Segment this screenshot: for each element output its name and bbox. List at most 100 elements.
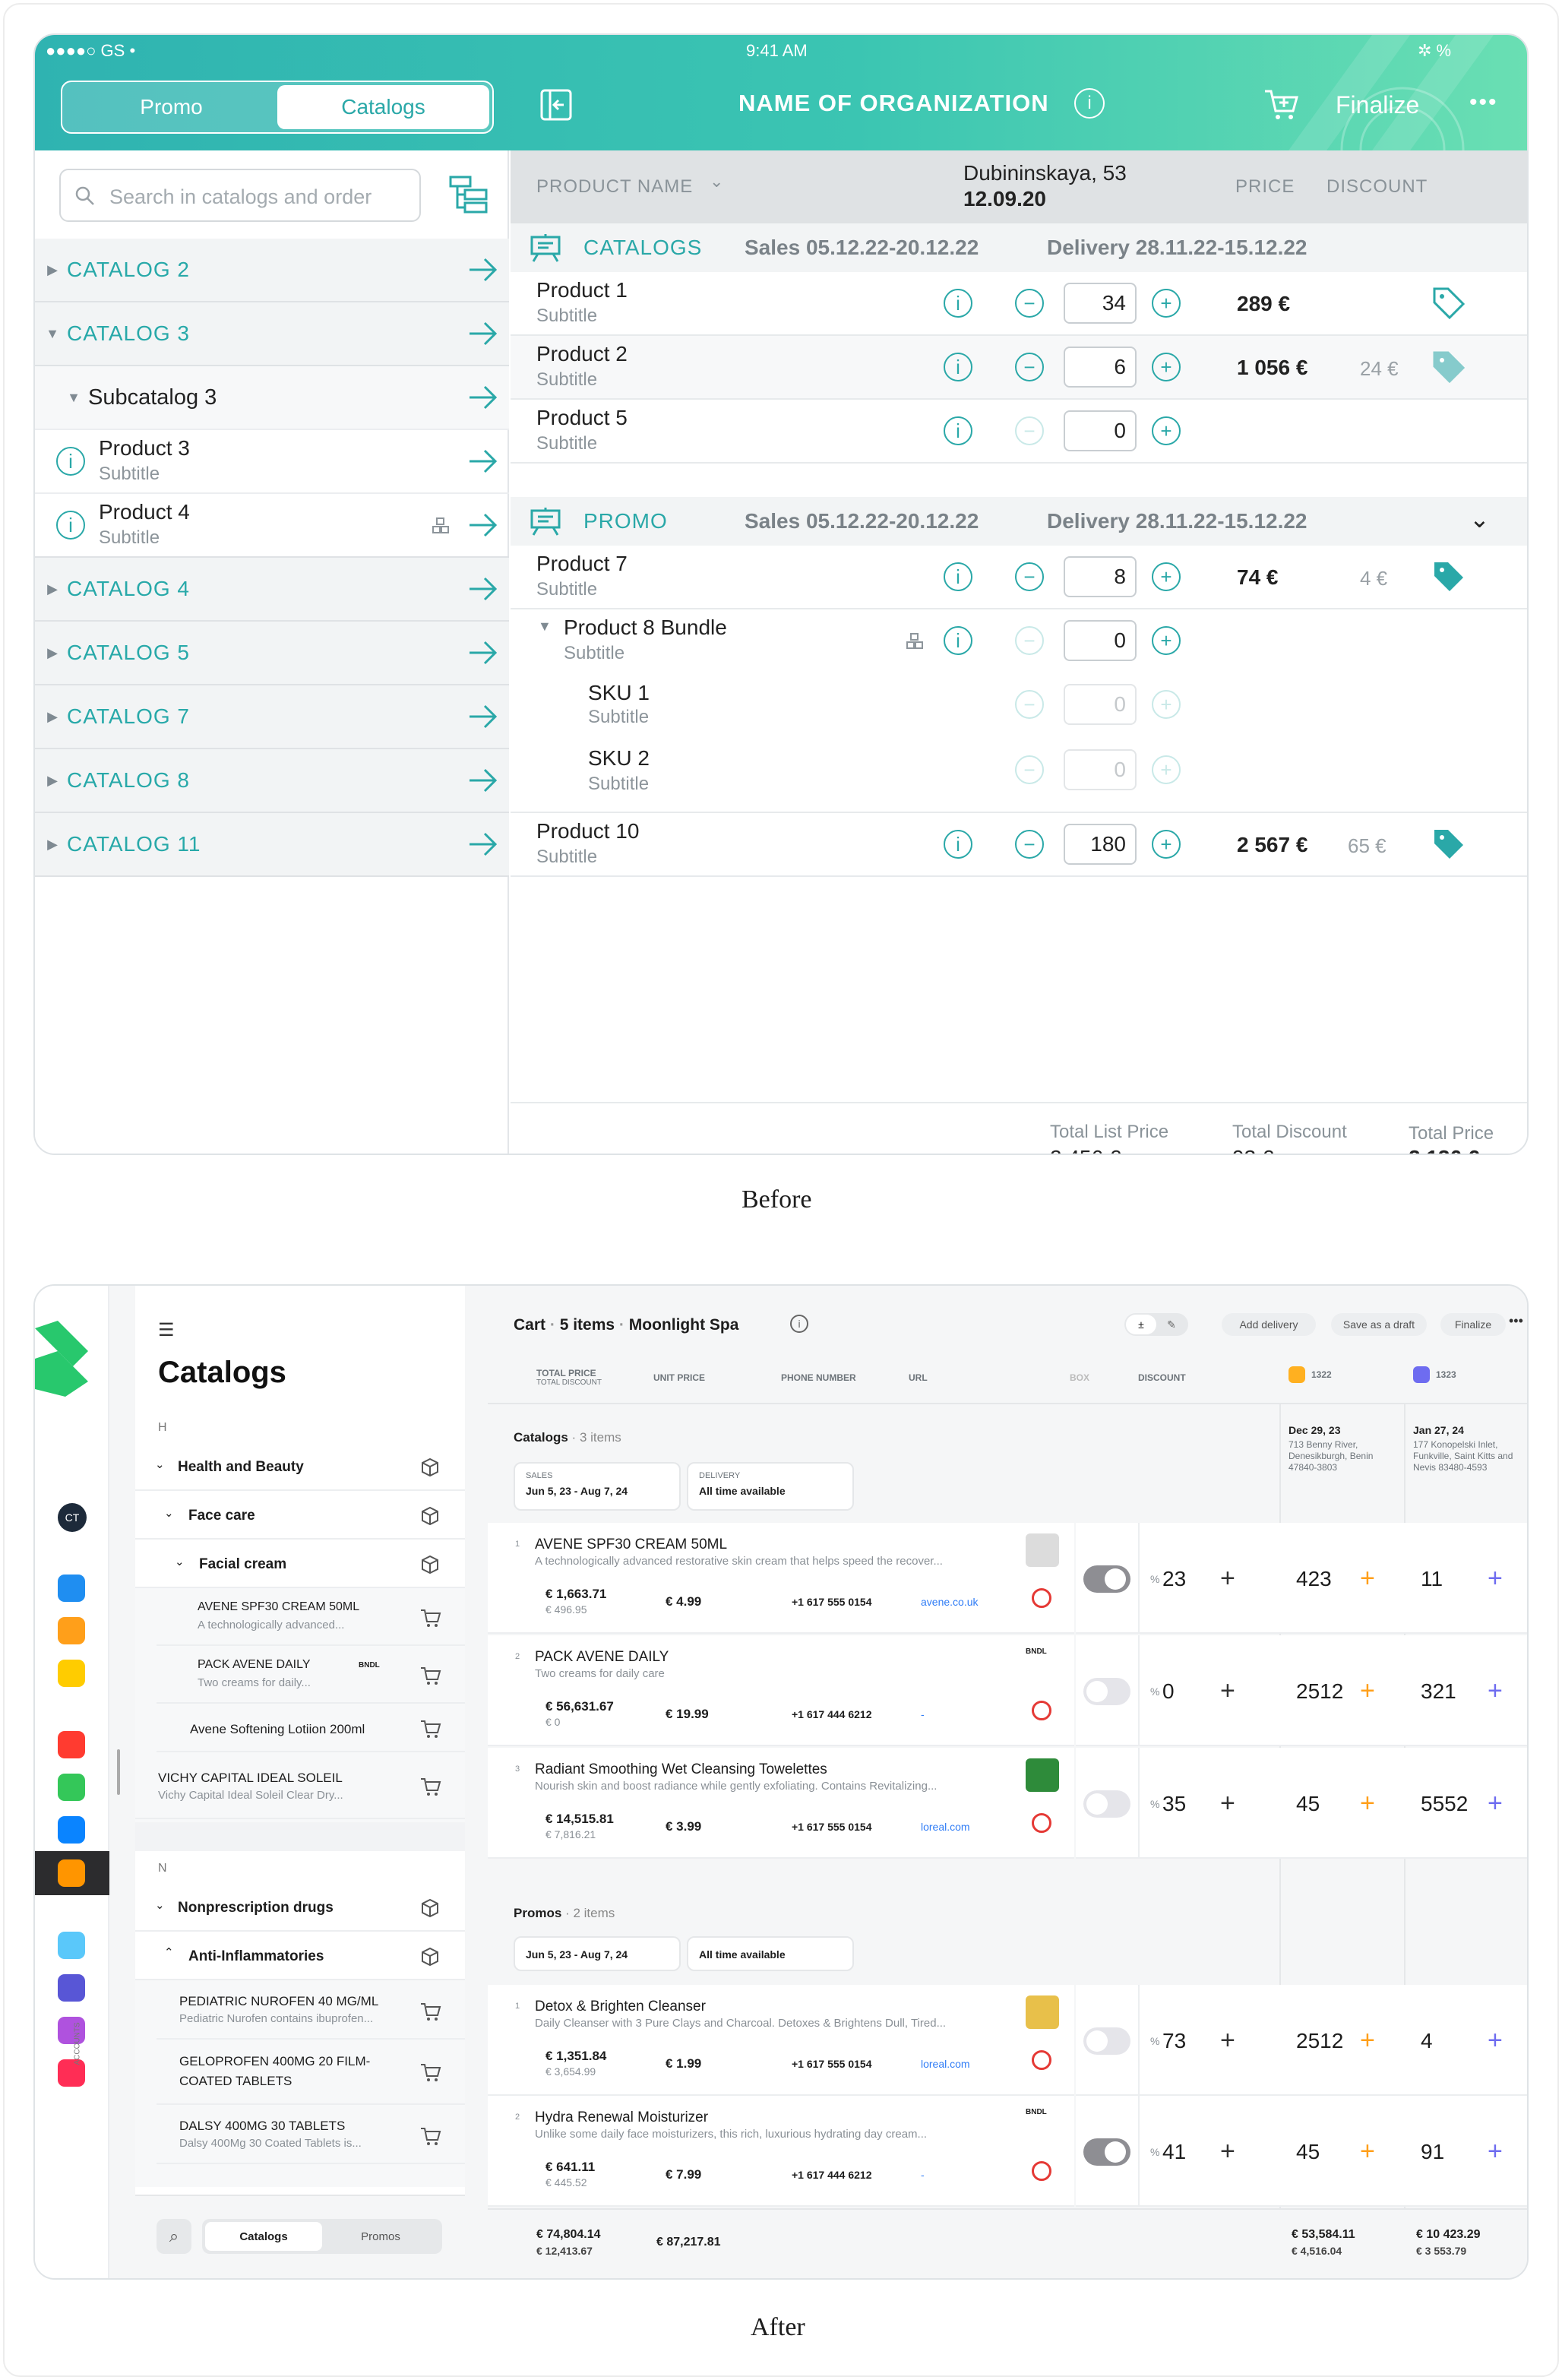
- stop-icon[interactable]: [1032, 2050, 1051, 2070]
- search-icon[interactable]: ⌕: [157, 2219, 191, 2254]
- order2-increment-button[interactable]: +: [1488, 2138, 1503, 2164]
- order1-quantity[interactable]: 2512: [1296, 1679, 1343, 1704]
- tag-half-icon[interactable]: [1431, 350, 1466, 385]
- cart-add-icon[interactable]: [419, 1664, 442, 1687]
- quantity-input[interactable]: 0: [1064, 410, 1137, 451]
- catalog-row[interactable]: ▶ CATALOG 2: [35, 239, 509, 302]
- arrow-right-icon[interactable]: [468, 767, 498, 794]
- stop-icon[interactable]: [1032, 1701, 1051, 1720]
- arrow-right-icon[interactable]: [468, 511, 498, 539]
- delivery-period-card[interactable]: DELIVERY All time available: [687, 1462, 854, 1511]
- discount-percent[interactable]: 0: [1162, 1679, 1175, 1704]
- order2-increment-button[interactable]: +: [1488, 1790, 1503, 1816]
- catalog-row[interactable]: ▶ CATALOG 7: [35, 685, 509, 749]
- order1-increment-button[interactable]: +: [1360, 1790, 1375, 1816]
- catalog-row[interactable]: ▶ CATALOG 8: [35, 749, 509, 813]
- phone-number[interactable]: +1 617 555 0154: [792, 2058, 872, 2070]
- menu-icon[interactable]: ☰: [158, 1319, 175, 1341]
- briefcase-icon[interactable]: [58, 1731, 85, 1758]
- info-icon[interactable]: i: [56, 447, 85, 476]
- decrement-button[interactable]: −: [1015, 289, 1044, 318]
- decrement-button[interactable]: −: [1015, 416, 1044, 445]
- cart-add-icon[interactable]: [419, 2125, 442, 2147]
- delivery-period-card[interactable]: All time available: [687, 1936, 854, 1971]
- col-product-name[interactable]: PRODUCT NAME: [536, 176, 693, 198]
- sales-period-card[interactable]: Jun 5, 23 - Aug 7, 24: [514, 1936, 681, 1971]
- order2-quantity[interactable]: 321: [1421, 1679, 1456, 1704]
- order2-quantity[interactable]: 91: [1421, 2140, 1444, 2164]
- tree-node[interactable]: ⌃ Anti-Inflammatories: [135, 1932, 465, 1980]
- finalize-button[interactable]: Finalize: [1336, 91, 1419, 119]
- decrement-button[interactable]: −: [1015, 626, 1044, 655]
- product-url[interactable]: loreal.com: [921, 2058, 970, 2070]
- box-add-icon[interactable]: [419, 1553, 442, 1576]
- catalog-row[interactable]: ▶ CATALOG 5: [35, 622, 509, 685]
- arrow-right-icon[interactable]: [468, 831, 498, 858]
- edit-mode-icon[interactable]: ✎: [1156, 1315, 1187, 1334]
- order2-quantity[interactable]: 11: [1421, 1567, 1443, 1591]
- discount-increment-button[interactable]: +: [1220, 1565, 1235, 1591]
- stop-icon[interactable]: [1032, 2161, 1051, 2181]
- tree-product[interactable]: GELOPROFEN 400MG 20 FILM-COATED TABLETS: [157, 2040, 465, 2105]
- info-icon[interactable]: i: [944, 830, 972, 859]
- org-info-icon[interactable]: i: [1074, 88, 1105, 119]
- order2-quantity[interactable]: 5552: [1421, 1792, 1468, 1816]
- scroll-indicator[interactable]: [117, 1749, 120, 1795]
- collapse-icon[interactable]: ▼: [538, 619, 552, 635]
- tree-view-icon[interactable]: [448, 175, 489, 214]
- more-icon[interactable]: •••: [1509, 1313, 1527, 1336]
- account-avatar[interactable]: CT: [58, 1503, 87, 1532]
- save-draft-button[interactable]: Save as a draft: [1331, 1313, 1427, 1336]
- quantity-input[interactable]: 0: [1064, 620, 1137, 661]
- product-url[interactable]: avene.co.uk: [921, 1596, 979, 1608]
- order1-quantity[interactable]: 45: [1296, 2140, 1320, 2164]
- tree-node[interactable]: ⌄ Facial cream: [135, 1540, 465, 1588]
- phone-number[interactable]: +1 617 444 6212: [792, 1708, 872, 1720]
- box-toggle[interactable]: [1083, 2138, 1130, 2166]
- decrement-button[interactable]: −: [1015, 830, 1044, 859]
- discount-increment-button[interactable]: +: [1220, 2138, 1235, 2164]
- tree-product[interactable]: AVENE SPF30 CREAM 50ML A technologically …: [157, 1588, 465, 1646]
- info-icon[interactable]: i: [944, 416, 972, 445]
- collapse-panel-icon[interactable]: [539, 88, 573, 122]
- order1-increment-button[interactable]: +: [1360, 2027, 1375, 2053]
- increment-button[interactable]: +: [1152, 353, 1181, 381]
- search-field[interactable]: Search in catalogs and order: [59, 169, 421, 222]
- box-add-icon[interactable]: [419, 1456, 442, 1479]
- tree-product[interactable]: PEDIATRIC NUROFEN 40 MG/ML Pediatric Nuro…: [157, 1980, 465, 2040]
- subcatalog-row[interactable]: ▼ Subcatalog 3: [35, 366, 509, 430]
- cart-add-icon[interactable]: [419, 2061, 442, 2084]
- box-add-icon[interactable]: [419, 1945, 442, 1968]
- phone-number[interactable]: +1 617 555 0154: [792, 1596, 872, 1608]
- cart-add-icon[interactable]: [1263, 87, 1301, 122]
- order2-quantity[interactable]: 4: [1421, 2029, 1433, 2053]
- contacts-icon[interactable]: [58, 1816, 85, 1844]
- cart-add-icon[interactable]: [419, 1717, 442, 1740]
- tree-node[interactable]: ⌄ Health and Beauty: [135, 1442, 465, 1491]
- box-toggle[interactable]: [1083, 2027, 1130, 2055]
- discount-increment-button[interactable]: +: [1220, 1678, 1235, 1704]
- increment-button[interactable]: +: [1152, 289, 1181, 318]
- discount-increment-button[interactable]: +: [1220, 1790, 1235, 1816]
- discount-percent[interactable]: 35: [1162, 1792, 1186, 1816]
- sales-period-card[interactable]: SALES Jun 5, 23 - Aug 7, 24: [514, 1462, 681, 1511]
- increment-button[interactable]: +: [1152, 626, 1181, 655]
- clock-icon[interactable]: [58, 1617, 85, 1644]
- box-toggle[interactable]: [1083, 1678, 1130, 1705]
- home-icon[interactable]: [58, 1575, 85, 1602]
- increment-button[interactable]: +: [1152, 562, 1181, 591]
- info-icon[interactable]: i: [944, 562, 972, 591]
- decrement-button[interactable]: −: [1015, 562, 1044, 591]
- arrow-right-icon[interactable]: [468, 448, 498, 475]
- tab-promos[interactable]: Promos: [322, 2222, 439, 2251]
- cart-add-icon[interactable]: [419, 2000, 442, 2023]
- arrow-right-icon[interactable]: [468, 256, 498, 283]
- tree-product[interactable]: PACK AVENE DAILY Two creams for daily... B…: [157, 1646, 465, 1704]
- tree-node[interactable]: ⌄ Face care: [135, 1491, 465, 1540]
- box-toggle[interactable]: [1083, 1790, 1130, 1818]
- arrow-right-icon[interactable]: [468, 384, 498, 411]
- order1-quantity[interactable]: 45: [1296, 1792, 1320, 1816]
- arrow-right-icon[interactable]: [468, 320, 498, 347]
- order2-increment-button[interactable]: +: [1488, 2027, 1503, 2053]
- quantity-input[interactable]: 8: [1064, 556, 1137, 597]
